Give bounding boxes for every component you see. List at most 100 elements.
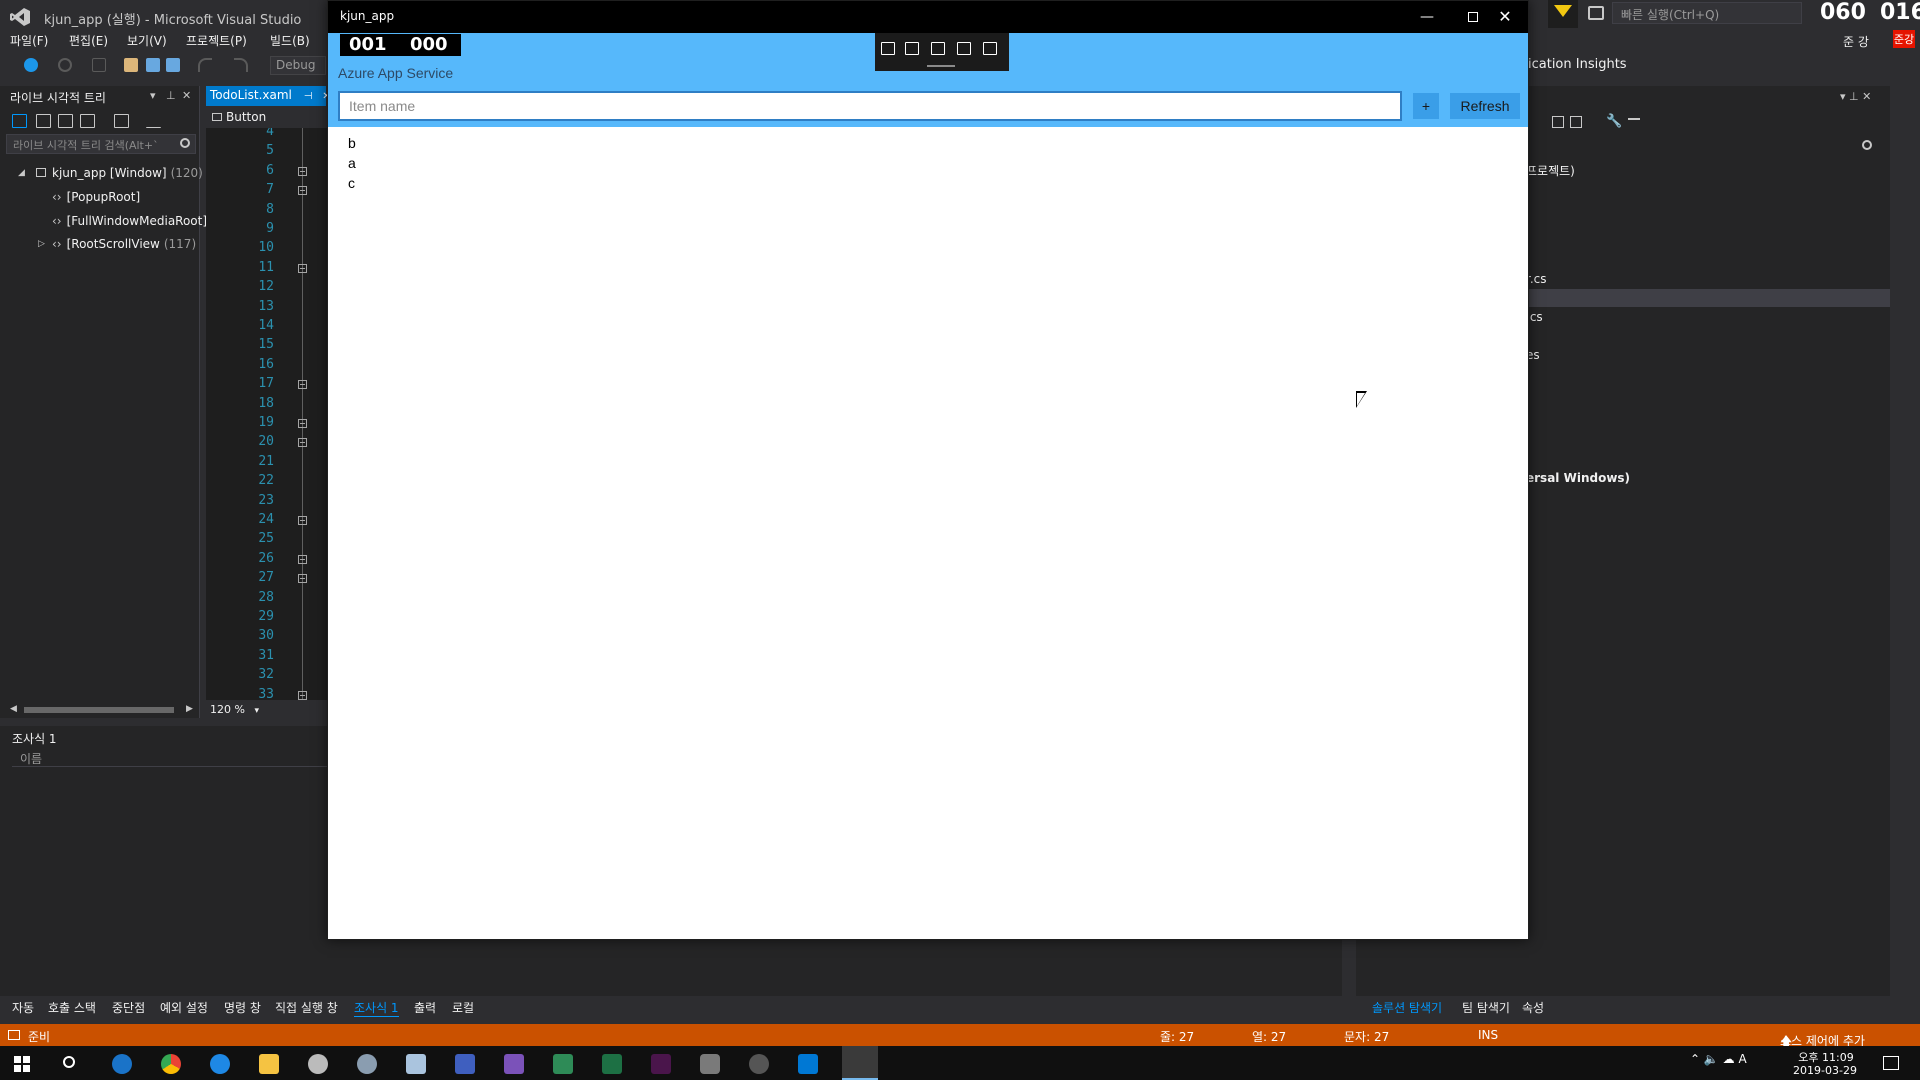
new-project-icon[interactable] (92, 58, 106, 72)
collapse-region-icon[interactable] (298, 438, 307, 448)
collapse-all-icon[interactable] (1552, 116, 1564, 128)
tab-call-stack[interactable]: 호출 스택 (48, 999, 96, 1016)
track-focus-icon[interactable] (58, 114, 73, 128)
collapse-region-icon[interactable] (298, 516, 307, 525)
tab-watch-1[interactable]: 조사식 1 (354, 999, 399, 1017)
scroll-left-icon[interactable]: ◀ (10, 704, 17, 714)
windows-start-icon[interactable] (14, 1056, 30, 1072)
panel-dropdown-icon[interactable]: ▾ (150, 89, 156, 102)
menu-project[interactable]: 프로젝트(P) (186, 32, 247, 49)
system-tray-icons[interactable]: ⌃ 🔈 ☁ A (1690, 1052, 1747, 1066)
scrollbar-thumb[interactable] (24, 707, 174, 713)
preview-icon[interactable] (1628, 118, 1640, 120)
save-all-icon[interactable] (166, 58, 180, 72)
tab-solution-explorer[interactable]: 솔루션 탐색기 (1372, 999, 1442, 1016)
app-icon[interactable] (406, 1054, 426, 1074)
select-element-icon[interactable] (905, 42, 919, 55)
close-button[interactable]: ✕ (1482, 1, 1528, 33)
collapse-region-icon[interactable] (298, 690, 307, 700)
menu-edit[interactable]: 편집(E) (69, 32, 108, 49)
forward-icon[interactable] (58, 58, 72, 72)
collapse-region-icon[interactable] (298, 574, 307, 584)
back-icon[interactable] (24, 58, 38, 72)
search-icon[interactable] (1862, 140, 1872, 150)
add-item-button[interactable]: + (1413, 93, 1439, 119)
tab-immediate-window[interactable]: 직접 실행 창 (275, 999, 338, 1016)
tab-locals[interactable]: 로컬 (452, 999, 474, 1016)
undo-icon[interactable] (198, 58, 212, 72)
chrome-icon[interactable] (161, 1054, 181, 1074)
edge-icon[interactable] (210, 1054, 230, 1074)
layout-adorners-icon[interactable] (80, 114, 95, 128)
tree-node[interactable]: ‹› [FullWindowMediaRoot] (52, 214, 207, 228)
list-item[interactable]: a (348, 155, 356, 171)
collapse-region-icon[interactable] (298, 380, 307, 390)
app-icon[interactable] (308, 1054, 328, 1074)
kjun-app-taskbar-button[interactable] (842, 1046, 878, 1080)
database-icon[interactable] (700, 1054, 720, 1074)
tab-team-explorer[interactable]: 팀 탐색기 (1462, 999, 1510, 1016)
show-all-files-icon[interactable] (1570, 116, 1582, 128)
open-folder-icon[interactable] (124, 58, 138, 72)
live-visual-tree-search-input[interactable]: 라이브 시각적 트리 검색(Alt+` (6, 134, 196, 154)
display-adorners-icon[interactable] (36, 114, 51, 128)
tree-node[interactable]: ‹› [RootScrollView (117) (52, 237, 196, 251)
panel-controls[interactable]: ▾ ⊥ ✕ (1840, 90, 1871, 103)
solution-file-node[interactable]: r.cs (1526, 272, 1547, 286)
close-icon[interactable]: ✕ (182, 89, 191, 102)
refresh-button[interactable]: Refresh (1450, 93, 1520, 119)
pin-icon[interactable]: ⊥ (166, 89, 176, 102)
list-item[interactable]: c (348, 175, 355, 191)
list-item[interactable]: b (348, 135, 356, 151)
filter-icon[interactable] (1554, 5, 1572, 17)
toolbar-collapse-handle[interactable] (927, 65, 955, 67)
app-icon[interactable] (749, 1054, 769, 1074)
tree-node[interactable]: ‹› [PopupRoot] (52, 190, 140, 204)
track-focus-icon[interactable] (957, 42, 971, 55)
internet-explorer-icon[interactable] (112, 1054, 132, 1074)
display-layout-adorners-icon[interactable] (931, 42, 945, 55)
app-icon[interactable] (357, 1054, 377, 1074)
application-insights-dropdown[interactable]: ication Insights (1528, 57, 1627, 72)
preview-selection-icon[interactable] (114, 114, 129, 128)
collapse-region-icon[interactable] (298, 263, 307, 273)
clock-date[interactable]: 2019-03-29 (1790, 1064, 1860, 1077)
tree-node[interactable]: kjun_app [Window] (120) (36, 166, 203, 180)
quick-launch-input[interactable]: 빠른 실행(Ctrl+Q) (1612, 2, 1802, 24)
azure-icon[interactable] (798, 1054, 818, 1074)
editor-zoom-dropdown[interactable]: 120 % ▾ (206, 702, 330, 718)
menu-file[interactable]: 파일(F) (10, 32, 48, 49)
scroll-right-icon[interactable]: ▶ (186, 704, 193, 714)
search-icon[interactable] (180, 138, 190, 148)
tab-command-window[interactable]: 명령 창 (224, 999, 261, 1016)
watch-name-column-header[interactable]: 이름 (20, 750, 42, 767)
solution-configuration-dropdown[interactable]: Debug (270, 56, 326, 75)
collapsed-arrow-icon[interactable]: ▷ (38, 239, 45, 249)
live-share-icon[interactable] (1588, 6, 1604, 20)
just-my-xaml-icon[interactable] (146, 114, 161, 128)
collapse-region-icon[interactable] (298, 419, 307, 428)
tab-breakpoints[interactable]: 중단점 (112, 999, 145, 1016)
app-icon[interactable] (455, 1054, 475, 1074)
pin-icon[interactable]: ⊣ (304, 91, 313, 102)
tab-exception-settings[interactable]: 예외 설정 (160, 999, 208, 1016)
collapse-region-icon[interactable] (298, 186, 307, 196)
user-account-name[interactable]: 준 강 (1843, 33, 1869, 50)
file-explorer-icon[interactable] (259, 1054, 279, 1074)
hot-reload-icon[interactable] (983, 42, 997, 55)
expand-arrow-icon[interactable]: ◢ (18, 168, 25, 178)
tab-todolist-xaml[interactable]: TodoList.xaml ⊣ ✕ (206, 86, 331, 106)
menu-build[interactable]: 빌드(B) (270, 32, 310, 49)
tab-autos[interactable]: 자동 (12, 999, 34, 1016)
redo-icon[interactable] (234, 58, 248, 72)
user-avatar[interactable]: 준강 (1893, 30, 1915, 48)
search-icon[interactable] (63, 1056, 75, 1068)
clock-time[interactable]: 오후 11:09 (1796, 1049, 1856, 1065)
slack-icon[interactable] (651, 1054, 671, 1074)
vertical-scrollbar[interactable] (1342, 940, 1356, 996)
go-to-live-visual-tree-icon[interactable] (881, 42, 895, 55)
collapse-region-icon[interactable] (298, 166, 307, 176)
app-icon[interactable] (553, 1054, 573, 1074)
select-element-icon[interactable] (12, 114, 27, 128)
horizontal-scrollbar[interactable]: ◀ ▶ (10, 704, 196, 716)
